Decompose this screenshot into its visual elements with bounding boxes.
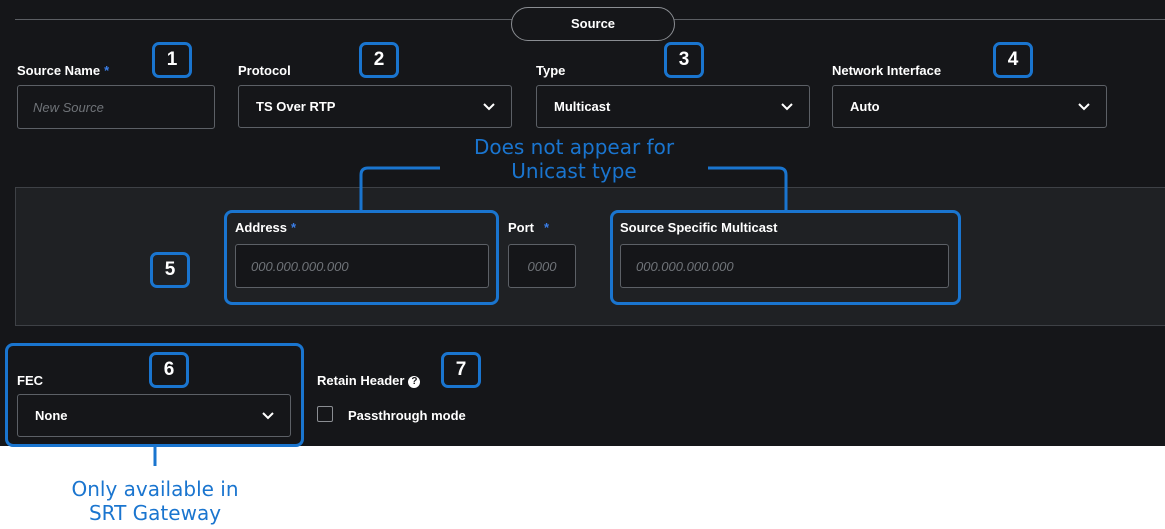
srt-only-annotation: Only available in SRT Gateway <box>40 477 270 525</box>
annotation-line: Does not appear for <box>473 135 675 159</box>
annotation-connectors <box>153 166 788 466</box>
annotation-line: SRT Gateway <box>88 501 222 525</box>
not-unicast-annotation: Does not appear for Unicast type <box>440 135 708 183</box>
annotation-line: Only available in <box>71 477 239 501</box>
annotation-line: Unicast type <box>511 159 637 183</box>
